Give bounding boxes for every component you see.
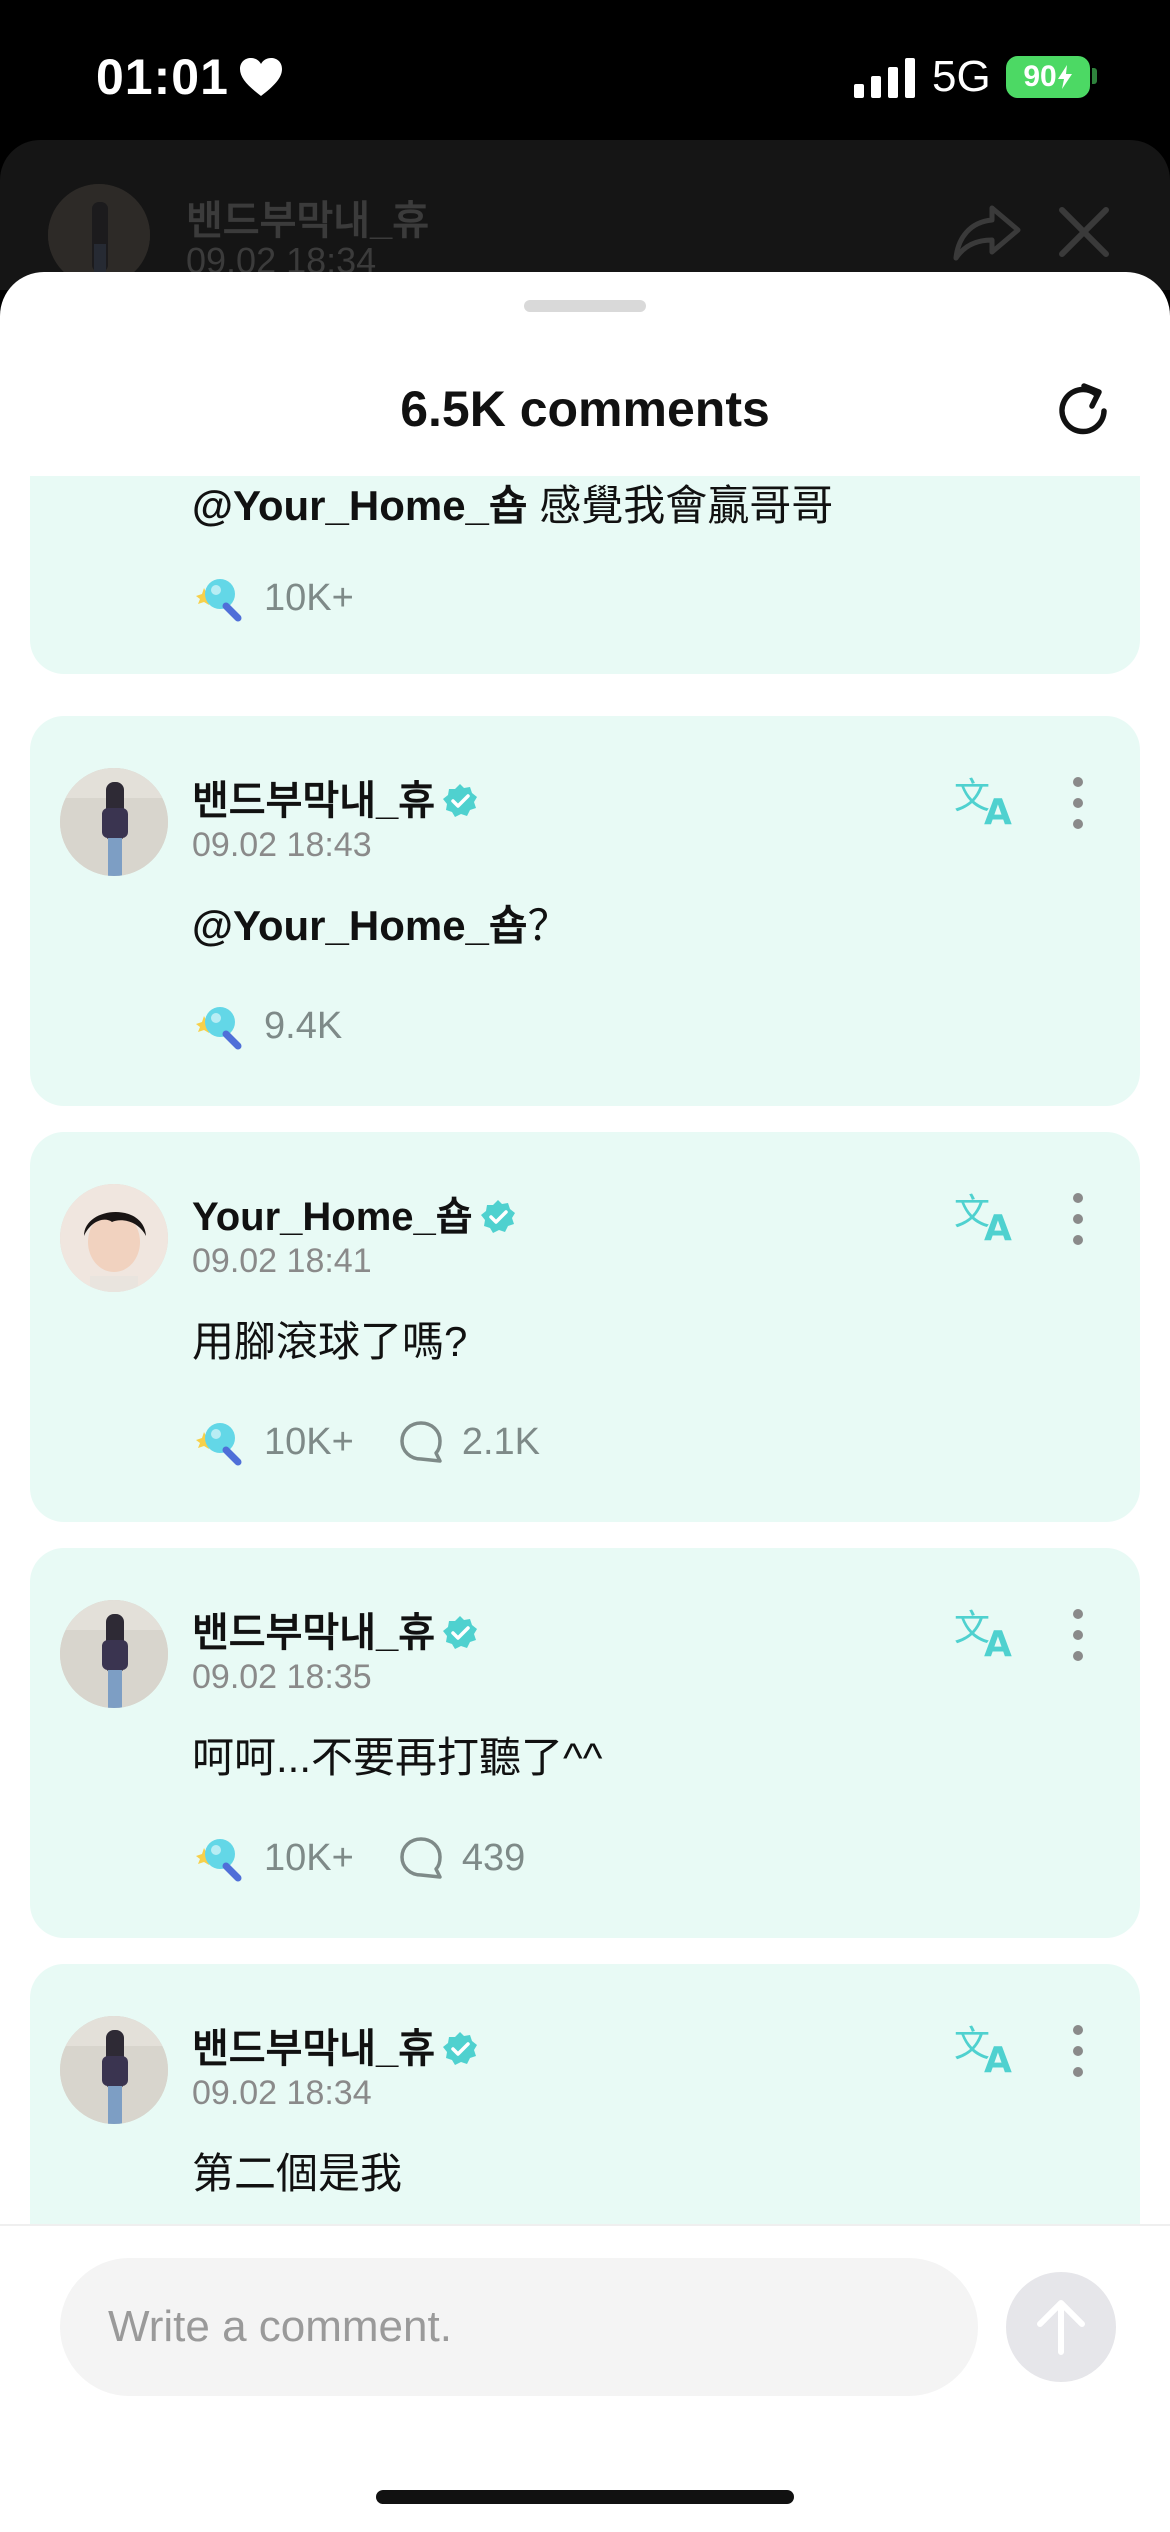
comment-card: 밴드부막내_휴 09.02 18:35 文A 呵呵...不要再打聽了^^ 10K… bbox=[30, 1548, 1140, 1938]
battery-tip bbox=[1092, 68, 1097, 84]
comment-author[interactable]: 밴드부막내_휴 bbox=[192, 2016, 479, 2074]
comment-list[interactable]: @Your_Home_숍 感覺我會贏哥哥 10K+ 밴드부막내_휴 09.02 … bbox=[0, 476, 1170, 2224]
comment-text: 呵呵...不要再打聽了^^ bbox=[192, 1734, 603, 1781]
battery-level: 90 bbox=[1023, 60, 1057, 93]
comments-sheet: 6.5K comments @Your_Home_숍 感覺我會贏哥哥 10K+ … bbox=[0, 272, 1170, 2532]
comment-author[interactable]: 밴드부막내_휴 bbox=[192, 1600, 479, 1658]
more-vertical-icon[interactable] bbox=[1070, 1192, 1086, 1246]
translate-icon[interactable]: 文A bbox=[954, 1188, 1018, 1244]
verified-icon bbox=[480, 1200, 515, 1233]
network-type: 5G bbox=[932, 52, 991, 101]
home-indicator[interactable] bbox=[376, 2490, 794, 2504]
comment-date: 09.02 18:35 bbox=[192, 1658, 372, 1696]
send-button[interactable] bbox=[1006, 2272, 1116, 2382]
comment-card: @Your_Home_숍 感覺我會贏哥哥 10K+ bbox=[30, 476, 1140, 674]
likes-count: 10K+ bbox=[264, 576, 354, 619]
comment-date: 09.02 18:41 bbox=[192, 1242, 372, 1280]
avatar[interactable] bbox=[60, 2016, 168, 2124]
translate-icon[interactable]: 文A bbox=[954, 2020, 1018, 2076]
share-icon[interactable] bbox=[952, 200, 1024, 264]
lightstick-reaction-icon[interactable] bbox=[192, 1834, 242, 1882]
comment-card: 밴드부막내_휴 09.02 18:43 文A @Your_Home_숍？ 9.4… bbox=[30, 716, 1140, 1106]
avatar[interactable] bbox=[60, 768, 168, 876]
comment-input[interactable] bbox=[60, 2258, 978, 2396]
lightstick-reaction-icon[interactable] bbox=[192, 1418, 242, 1466]
lightstick-reaction-icon[interactable] bbox=[192, 574, 242, 622]
likes-count: 9.4K bbox=[264, 1004, 343, 1047]
background-post-avatar bbox=[48, 184, 150, 286]
comment-mention[interactable]: @Your_Home_숍 bbox=[192, 902, 528, 949]
svg-text:A: A bbox=[984, 1624, 1012, 1660]
battery-indicator: 90 bbox=[1006, 56, 1090, 98]
app-screen: 01:01 5G 90 밴드부막내_휴 09.02 18:34 6.5K com… bbox=[0, 0, 1170, 2532]
comment-reactions: 10K+ 2.1K bbox=[192, 1418, 540, 1466]
translate-icon[interactable]: 文A bbox=[954, 772, 1018, 828]
comment-text: 第二個是我 bbox=[192, 2150, 403, 2197]
charging-bolt-icon bbox=[1057, 65, 1072, 89]
comment-card: 밴드부막내_휴 09.02 18:34 文A 第二個是我 bbox=[30, 1964, 1140, 2224]
comment-text: @Your_Home_숍 感覺我會贏哥哥 bbox=[192, 482, 834, 529]
comment-composer bbox=[0, 2224, 1170, 2532]
replies-count: 439 bbox=[461, 1836, 526, 1879]
arrow-up-icon bbox=[1037, 2300, 1085, 2355]
verified-icon bbox=[443, 1616, 478, 1649]
translate-icon[interactable]: 文A bbox=[954, 1604, 1018, 1660]
comment-date: 09.02 18:43 bbox=[192, 826, 372, 864]
svg-text:A: A bbox=[984, 1208, 1012, 1244]
more-vertical-icon[interactable] bbox=[1070, 776, 1086, 830]
comment-bubble-icon[interactable] bbox=[398, 1835, 444, 1881]
status-time: 01:01 bbox=[96, 49, 229, 105]
heart-icon bbox=[240, 58, 282, 96]
comment-reactions: 9.4K bbox=[192, 1002, 342, 1050]
svg-text:A: A bbox=[984, 792, 1012, 828]
comment-reactions: 10K+ bbox=[192, 574, 354, 622]
sheet-grabber[interactable] bbox=[524, 300, 646, 312]
comment-author[interactable]: 밴드부막내_휴 bbox=[192, 768, 479, 826]
background-post-author: 밴드부막내_휴 bbox=[186, 199, 430, 243]
close-icon[interactable] bbox=[1056, 204, 1112, 260]
likes-count: 10K+ bbox=[264, 1836, 354, 1879]
comment-date: 09.02 18:34 bbox=[192, 2074, 372, 2112]
comment-bubble-icon[interactable] bbox=[398, 1419, 444, 1465]
more-vertical-icon[interactable] bbox=[1070, 2024, 1086, 2078]
comment-card: Your_Home_숍 09.02 18:41 文A 用腳滾球了嗎? 10K+ … bbox=[30, 1132, 1140, 1522]
lightstick-reaction-icon[interactable] bbox=[192, 1002, 242, 1050]
status-bar: 01:01 5G 90 bbox=[0, 0, 1170, 150]
avatar[interactable] bbox=[60, 1184, 168, 1292]
verified-icon bbox=[443, 2032, 478, 2065]
comment-author[interactable]: Your_Home_숍 bbox=[192, 1184, 517, 1242]
likes-count: 10K+ bbox=[264, 1420, 354, 1463]
avatar[interactable] bbox=[60, 1600, 168, 1708]
comment-reactions: 10K+ 439 bbox=[192, 1834, 525, 1882]
comments-count-title: 6.5K comments bbox=[400, 381, 770, 437]
replies-count: 2.1K bbox=[461, 1420, 540, 1463]
cellular-signal-icon bbox=[854, 58, 915, 98]
verified-icon bbox=[443, 784, 478, 817]
refresh-icon[interactable] bbox=[1052, 380, 1114, 442]
svg-text:A: A bbox=[984, 2040, 1012, 2076]
comment-mention[interactable]: @Your_Home_숍 bbox=[192, 482, 528, 529]
more-vertical-icon[interactable] bbox=[1070, 1608, 1086, 1662]
comment-text: 用腳滾球了嗎? bbox=[192, 1318, 468, 1365]
comment-text: @Your_Home_숍？ bbox=[192, 902, 570, 949]
